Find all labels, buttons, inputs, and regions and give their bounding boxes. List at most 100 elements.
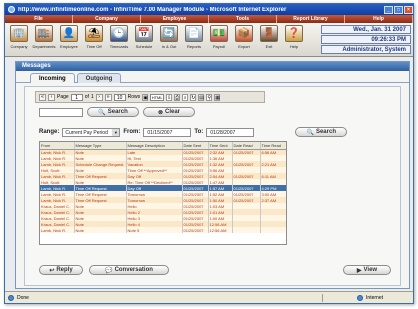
export-icon[interactable]: ⇩ xyxy=(166,93,173,101)
page-content: Messages Incoming Outgoing « ‹ Page 1 of… xyxy=(5,57,413,293)
menu-item-employee[interactable]: Employee xyxy=(141,15,209,23)
messages-grid: From Message Type Message Description Date … xyxy=(39,141,287,245)
toolbar-company-button[interactable]: 🏢 Company xyxy=(7,25,31,55)
toolbar-export-button[interactable]: 📦 Export xyxy=(232,25,256,55)
inout-icon: 🔄 xyxy=(160,25,178,42)
toolbar-timecards-button[interactable]: 🕒 Timecards xyxy=(107,25,131,55)
view-button[interactable]: ▶ View xyxy=(343,265,391,275)
reply-button[interactable]: ↩ Reply xyxy=(39,265,83,275)
rows-input[interactable]: 10 xyxy=(113,93,126,101)
layout-icon[interactable]: ▦ xyxy=(214,93,221,101)
menu-item-help[interactable]: Help xyxy=(345,15,413,23)
page-input[interactable]: 1 xyxy=(70,93,83,101)
schedule-icon: 📅 xyxy=(135,25,153,42)
toolbar-payroll-button[interactable]: 💵 Payroll xyxy=(207,25,231,55)
messages-body: « ‹ Page 1 of 1 › » 10 Rows ▣ HTML ⇩ ⎙ ⌕… xyxy=(24,86,401,286)
toolbar-label: Time Off xyxy=(86,44,102,49)
tab-outgoing[interactable]: Outgoing xyxy=(76,73,122,83)
building-icon: 🏢 xyxy=(10,25,28,42)
column-header[interactable]: Message Description xyxy=(126,142,183,150)
from-date-field[interactable]: 01/15/2007 xyxy=(143,127,192,137)
toolbar-label: Help xyxy=(289,44,299,49)
menu-item-company[interactable]: Company xyxy=(73,15,141,23)
first-page-button[interactable]: « xyxy=(39,93,46,101)
status-text: Done xyxy=(17,294,29,301)
table-cell: Lamb, Nick R. xyxy=(40,227,75,233)
column-header[interactable]: Date Sent xyxy=(182,142,209,150)
rows-label: Rows xyxy=(127,94,141,100)
menu-item-report-library[interactable]: Report Library xyxy=(277,15,345,23)
range-search-button[interactable]: 🔍 Search xyxy=(295,127,348,137)
search-row: 🔍 Search ⊗ Clear xyxy=(39,107,195,117)
grid-header: From Message Type Message Description Date … xyxy=(40,142,286,150)
toolbar-label: Employee xyxy=(60,44,78,49)
find-icon[interactable]: ⚲ xyxy=(206,93,213,101)
clear-icon: ⊗ xyxy=(157,109,163,116)
table-cell: 12:56 AM xyxy=(208,227,233,233)
table-cell: Kraus, Daniel C. xyxy=(40,215,75,221)
search-input[interactable] xyxy=(39,107,83,117)
departments-icon: 🏬 xyxy=(35,25,53,42)
toolbar-time-off-button[interactable]: ⛱ Time Off xyxy=(82,25,106,55)
window-title: http://www.infinitimeonline.com - Infini… xyxy=(18,6,287,13)
print-icon[interactable]: ⎙ xyxy=(174,93,181,101)
toolbar-employee-button[interactable]: 👤 Employee xyxy=(57,25,81,55)
table-cell: Kraus, Daniel C. xyxy=(40,209,75,215)
reply-icon: ↩ xyxy=(49,267,55,274)
table-cell xyxy=(232,227,261,233)
toolbar-help-button[interactable]: ❓ Help xyxy=(282,25,306,55)
toolbar-label: In & Out xyxy=(161,44,177,49)
search-icon: 🔍 xyxy=(306,129,314,136)
format-select[interactable]: HTML xyxy=(150,93,165,101)
toolbar-in-out-button[interactable]: 🔄 In & Out xyxy=(157,25,181,55)
next-page-button[interactable]: › xyxy=(95,93,103,101)
column-header[interactable]: From xyxy=(40,142,75,150)
action-row: ↩ Reply 💬 Conversation ▶ View xyxy=(39,265,391,277)
save-icon[interactable]: ▣ xyxy=(142,93,149,101)
toolbar-exit-button[interactable]: 🚪 Exit xyxy=(257,25,281,55)
refresh-icon[interactable]: ↻ xyxy=(190,93,197,101)
status-divider xyxy=(322,294,323,302)
reports-icon: 📄 xyxy=(185,25,203,42)
table-cell: Note 5 xyxy=(126,227,183,233)
tab-incoming[interactable]: Incoming xyxy=(30,73,75,83)
column-header[interactable]: Message Type xyxy=(74,142,127,150)
search-button[interactable]: 🔍 Search xyxy=(87,107,139,117)
range-select[interactable]: Current Pay Period ▼ xyxy=(62,127,121,137)
toolbar-label: Schedule xyxy=(135,44,153,49)
minimize-button[interactable]: _ xyxy=(384,5,393,14)
close-button[interactable]: × xyxy=(404,5,413,14)
table-cell: Kraus, Daniel C. xyxy=(40,221,75,227)
toolbar-schedule-button[interactable]: 📅 Schedule xyxy=(132,25,156,55)
conversation-button[interactable]: 💬 Conversation xyxy=(89,265,169,275)
maximize-button[interactable]: □ xyxy=(394,5,403,14)
column-header[interactable]: Time Sent xyxy=(208,142,233,150)
toolbar-departments-button[interactable]: 🏬 Departments xyxy=(32,25,56,55)
page-total: 1 xyxy=(90,94,94,100)
exit-icon: 🚪 xyxy=(260,25,278,42)
title-bar: http://www.infinitimeonline.com - Infini… xyxy=(5,4,413,15)
menu-item-file[interactable]: File xyxy=(5,15,73,23)
clear-button[interactable]: ⊗ Clear xyxy=(143,107,195,117)
column-header[interactable]: Time Read xyxy=(260,142,286,150)
table-row[interactable]: Lamb, Nick R. Note Note 5 01/25/2007 12:56 A… xyxy=(40,227,286,233)
bookmark-icon[interactable]: ▤ xyxy=(198,93,205,101)
panel-title: Messages xyxy=(16,62,409,71)
employee-icon: 👤 xyxy=(60,25,78,42)
help-icon: ❓ xyxy=(285,25,303,42)
menu-item-tools[interactable]: Tools xyxy=(209,15,277,23)
zoom-icon[interactable]: ⌕ xyxy=(182,93,189,101)
prev-page-button[interactable]: ‹ xyxy=(48,93,55,101)
report-pager: « ‹ Page 1 of 1 › » 10 Rows ▣ HTML ⇩ ⎙ ⌕… xyxy=(35,91,265,103)
column-header[interactable]: Date Read xyxy=(232,142,261,150)
current-date: Wed., Jan. 31 2007 xyxy=(321,25,411,34)
toolbar-reports-button[interactable]: 📄 Reports xyxy=(182,25,206,55)
last-page-button[interactable]: » xyxy=(104,93,112,101)
chevron-down-icon: ▼ xyxy=(112,128,120,136)
to-date-field[interactable]: 01/28/2007 xyxy=(206,127,255,137)
range-label: Range: xyxy=(39,129,60,135)
status-bar: Done Internet xyxy=(5,291,413,303)
toolbar-label: Export xyxy=(238,44,250,49)
header-info: Wed., Jan. 31 2007 09:26:33 PM Administr… xyxy=(321,25,411,55)
page-icon xyxy=(8,294,14,301)
